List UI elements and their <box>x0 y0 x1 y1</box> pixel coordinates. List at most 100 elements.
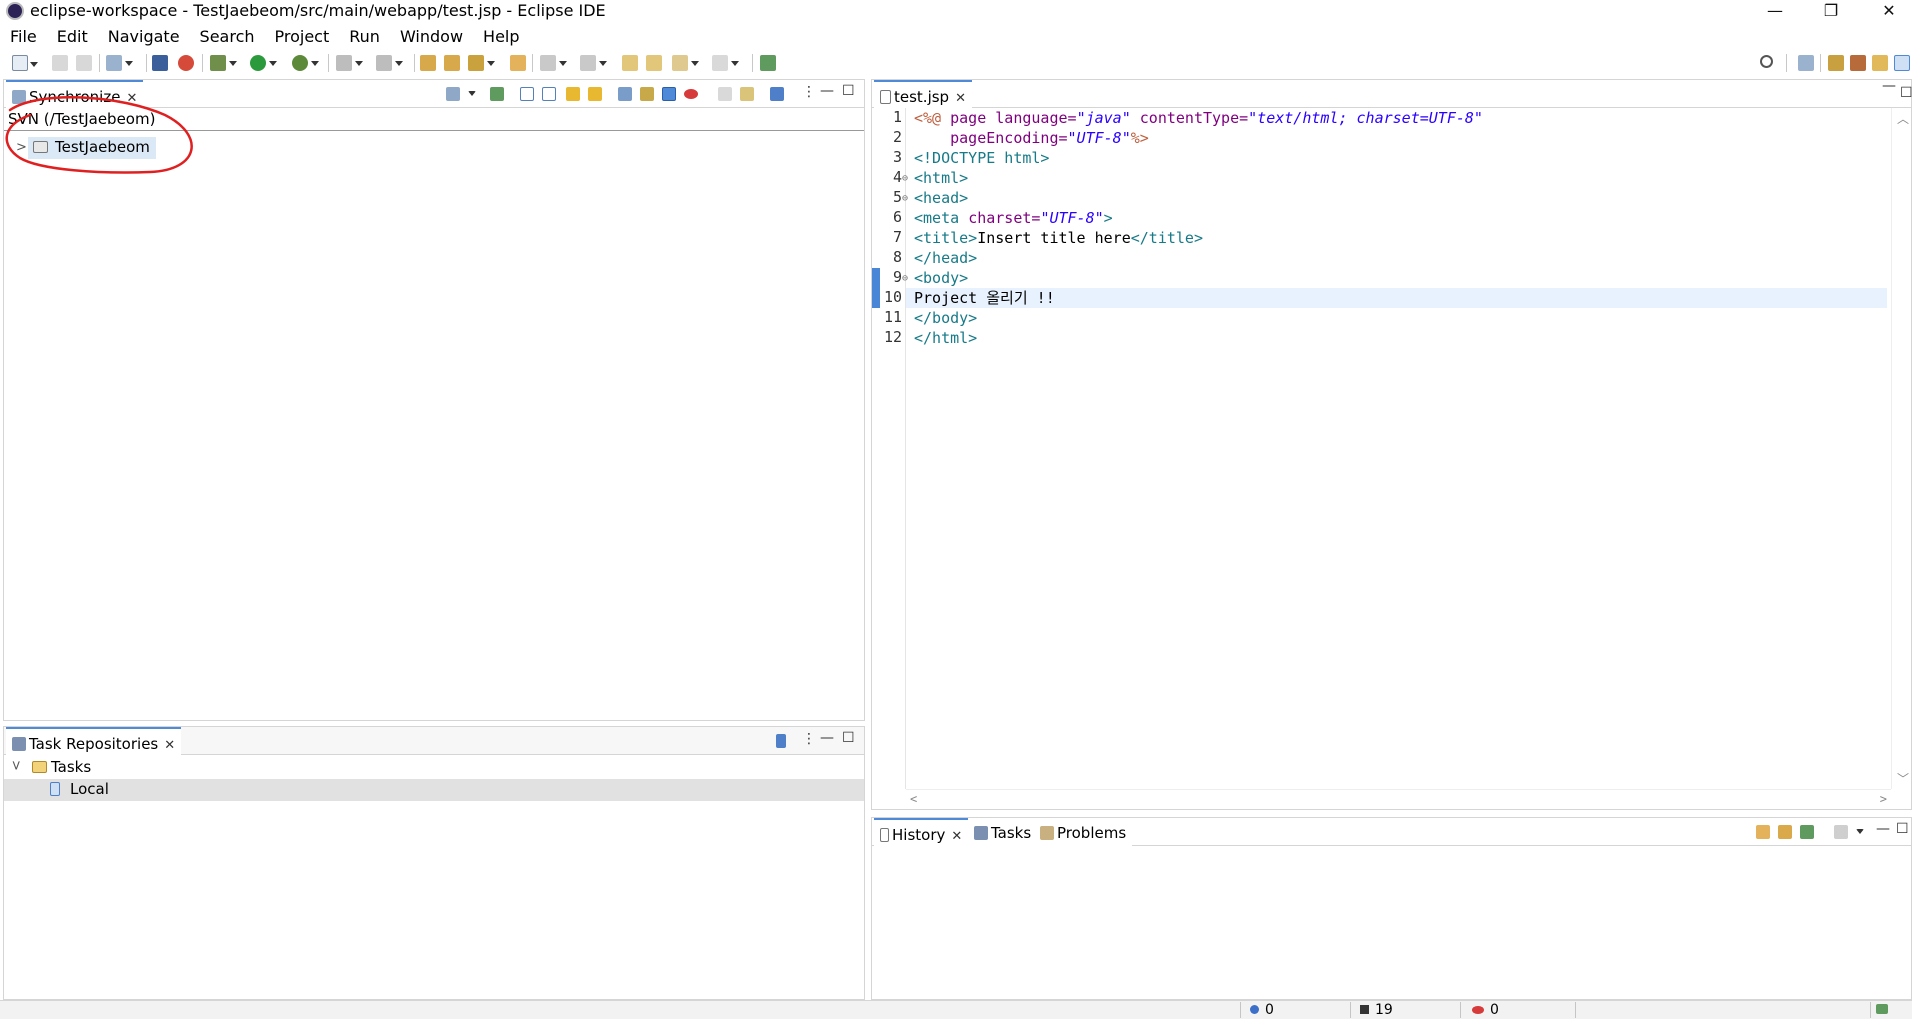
debug-icon[interactable] <box>210 55 237 71</box>
close-icon[interactable]: ✕ <box>164 738 175 753</box>
menu-window[interactable]: Window <box>390 25 473 49</box>
tab-synchronize[interactable]: Synchronize ✕ <box>6 80 144 108</box>
chevron-down-icon[interactable]: ﹀ <box>1897 770 1909 787</box>
tab-task-repositories[interactable]: Task Repositories ✕ <box>6 727 182 755</box>
tab-test-jsp[interactable]: test.jsp ✕ <box>874 80 972 108</box>
close-icon[interactable]: ✕ <box>951 829 962 844</box>
collapse-icon[interactable] <box>1834 825 1848 839</box>
code-editor[interactable]: 1 2 3 4 5 6 7 8 9 10 11 12 ⊖ ⊖ ⊖ <%@ pag… <box>872 108 1911 809</box>
menu-file[interactable]: File <box>0 25 47 49</box>
java-perspective-icon[interactable] <box>1850 55 1866 71</box>
minimize-view-icon[interactable]: — <box>820 730 834 746</box>
team-sync-perspective-icon[interactable] <box>1894 55 1910 71</box>
add-repository-icon[interactable] <box>776 734 786 748</box>
chevron-down-icon[interactable]: > <box>8 760 23 771</box>
maximize-view-icon[interactable]: ☐ <box>842 83 855 99</box>
save-icon[interactable] <box>52 55 68 71</box>
open-resource-icon[interactable] <box>510 55 526 71</box>
restore-button[interactable]: ❐ <box>1808 0 1854 23</box>
fold-icon[interactable]: ⊖ <box>902 173 908 184</box>
chevron-up-icon[interactable]: ︿ <box>1897 110 1909 127</box>
chevron-down-icon[interactable] <box>468 91 476 96</box>
close-window-button[interactable]: ✕ <box>1866 0 1912 23</box>
info-count[interactable]: 0 <box>1250 1002 1274 1018</box>
open-perspective-right-icon[interactable] <box>1798 55 1814 71</box>
previous-annotation-icon[interactable] <box>580 55 607 71</box>
tree-item-local[interactable]: Local <box>4 779 864 801</box>
maximize-view-icon[interactable]: ☐ <box>1896 821 1909 837</box>
menu-help[interactable]: Help <box>473 25 529 49</box>
fold-icon[interactable]: ⊖ <box>902 273 908 284</box>
open-task-icon[interactable] <box>444 55 460 71</box>
chevron-right-icon[interactable]: > <box>16 140 27 155</box>
maximize-view-icon[interactable]: ☐ <box>842 730 855 746</box>
console-icon[interactable] <box>152 55 168 71</box>
tab-problems[interactable]: Problems <box>1034 818 1133 846</box>
update-all-icon[interactable] <box>718 87 732 101</box>
conflicts-mode-icon[interactable] <box>684 89 698 99</box>
run-icon[interactable] <box>250 55 277 71</box>
collapse-all-icon[interactable] <box>542 87 556 101</box>
error-count[interactable]: 0 <box>1472 1002 1499 1018</box>
deploy-icon[interactable] <box>376 55 403 71</box>
link-with-editor-icon[interactable] <box>1756 825 1770 839</box>
incoming-mode-icon[interactable] <box>618 87 632 101</box>
tree-item-testjaebeom[interactable]: TestJaebeom <box>28 137 156 159</box>
tab-history[interactable]: History ✕ <box>874 818 969 846</box>
progress-icon[interactable] <box>1876 1004 1888 1014</box>
search-tool-icon[interactable] <box>468 55 495 71</box>
chevron-left-icon[interactable]: < <box>910 792 917 806</box>
both-modes-icon[interactable] <box>662 87 676 101</box>
tab-tasks[interactable]: Tasks <box>968 818 1038 846</box>
next-difference-icon[interactable] <box>566 87 580 101</box>
commit-all-icon[interactable] <box>740 87 754 101</box>
minimize-editor-icon[interactable]: — <box>1882 78 1896 94</box>
previous-difference-icon[interactable] <box>588 87 602 101</box>
minimize-button[interactable]: — <box>1752 0 1798 23</box>
editor-area: test.jsp ✕ — ☐ 1 2 3 4 5 6 7 8 9 10 11 12… <box>871 78 1912 810</box>
pin-editor-icon[interactable] <box>760 55 776 71</box>
tree-item-tasks[interactable]: > Tasks <box>4 757 864 779</box>
view-menu-icon[interactable]: ⋮ <box>802 731 816 747</box>
expand-all-icon[interactable] <box>520 87 534 101</box>
fold-icon[interactable]: ⊖ <box>902 193 908 204</box>
compare-mode-icon[interactable] <box>1778 825 1792 839</box>
menu-navigate[interactable]: Navigate <box>98 25 190 49</box>
close-icon[interactable]: ✕ <box>955 91 966 106</box>
forward-edit-icon[interactable] <box>646 55 662 71</box>
open-type-icon[interactable] <box>420 55 436 71</box>
save-all-icon[interactable] <box>76 55 92 71</box>
search-icon[interactable] <box>1760 55 1773 68</box>
pin-icon[interactable] <box>490 87 504 101</box>
menu-run[interactable]: Run <box>339 25 390 49</box>
stop-icon[interactable] <box>336 55 363 71</box>
java-ee-perspective-icon[interactable] <box>1828 55 1844 71</box>
minimize-view-icon[interactable]: — <box>1876 821 1890 837</box>
maximize-editor-icon[interactable]: ☐ <box>1900 85 1912 101</box>
svn-perspective-icon[interactable] <box>1872 55 1888 71</box>
outgoing-mode-icon[interactable] <box>640 87 654 101</box>
chevron-right-icon[interactable]: > <box>1880 792 1887 806</box>
new-icon[interactable] <box>12 55 38 71</box>
pin-history-icon[interactable] <box>1800 825 1814 839</box>
open-perspective-icon[interactable] <box>106 55 133 71</box>
warning-count[interactable]: 19 <box>1360 1002 1393 1018</box>
menu-edit[interactable]: Edit <box>47 25 98 49</box>
minimize-view-icon[interactable]: — <box>820 83 834 99</box>
synchronize-menu-icon[interactable] <box>446 87 460 101</box>
synchronize-run-icon[interactable] <box>770 87 784 101</box>
menu-project[interactable]: Project <box>265 25 340 49</box>
horizontal-scrollbar[interactable]: < > <box>906 789 1891 809</box>
refresh-icon[interactable] <box>178 55 194 71</box>
back-icon[interactable] <box>672 55 699 71</box>
forward-icon[interactable] <box>712 55 739 71</box>
last-edit-icon[interactable] <box>622 55 638 71</box>
chevron-down-icon[interactable] <box>1856 829 1864 834</box>
next-annotation-icon[interactable] <box>540 55 567 71</box>
vertical-scrollbar[interactable]: ︿ ﹀ <box>1891 108 1911 789</box>
view-menu-icon[interactable]: ⋮ <box>802 84 816 100</box>
error-icon <box>1472 1006 1484 1014</box>
menu-search[interactable]: Search <box>190 25 265 49</box>
external-tools-icon[interactable] <box>292 55 319 71</box>
close-icon[interactable]: ✕ <box>126 91 137 106</box>
